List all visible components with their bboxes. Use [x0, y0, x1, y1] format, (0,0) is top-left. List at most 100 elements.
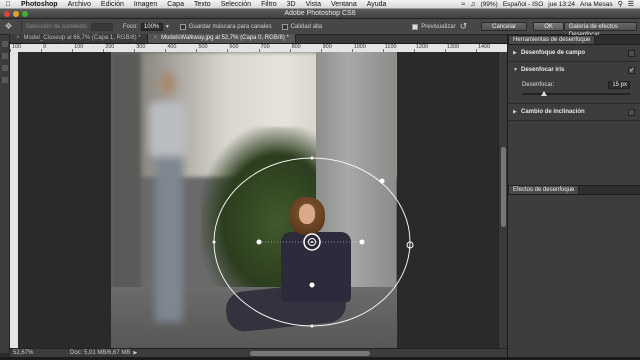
tool-icon[interactable] — [1, 65, 8, 71]
clock[interactable]: jue 13:24 — [548, 1, 575, 8]
ruler-tick-label: 100 — [74, 44, 84, 50]
ruler-tick-label: 1300 — [446, 44, 460, 50]
save-mask-option[interactable]: Guardar máscara para canales — [179, 23, 272, 30]
window-controls — [4, 11, 28, 17]
document-tabs: × Model_Closeup al 66,7% (Capa 1, RGB/8) … — [10, 34, 507, 44]
blur-tool-icon[interactable]: ❖ — [0, 20, 17, 34]
battery-status[interactable]: (99%) — [480, 1, 497, 8]
horizontal-ruler: 100 0 100 200 300 400 500 600 700 800 900 1000 1100 1… — [10, 44, 507, 52]
tab-model-closeup[interactable]: × Model_Closeup al 66,7% (Capa 1, RGB/8) … — [10, 34, 148, 43]
cancel-button[interactable]: Cancelar — [481, 22, 528, 31]
maximize-window-button[interactable] — [22, 11, 28, 17]
high-quality-checkbox[interactable] — [281, 23, 288, 30]
tab-label: ModelsWalkway.jpg al 52,7% (Capa 0, RGB/… — [161, 35, 289, 41]
field-blur-header[interactable]: ▶ Desenfoque de campo — [508, 45, 640, 61]
roundness-handle[interactable] — [379, 178, 385, 184]
selection-bleed-field — [90, 22, 113, 31]
tool-icon[interactable] — [1, 77, 8, 83]
notification-list-icon[interactable]: ☰ — [628, 0, 634, 8]
close-tab-icon[interactable]: × — [154, 35, 158, 41]
tab-blur-effects[interactable]: Efectos de desenfoque — [508, 185, 580, 194]
status-menu-extras: ≈ ♫ (99%) Español - ISO jue 13:24 Ana Me… — [461, 0, 640, 9]
menu-seleccion[interactable]: Selección — [216, 1, 256, 8]
focus-label: Foco: — [122, 23, 138, 30]
ruler-tick-label: 1200 — [415, 44, 429, 50]
menu-edicion[interactable]: Edición — [96, 1, 129, 8]
high-quality-label: Calidad alta — [290, 23, 323, 30]
ruler-tick-label: 300 — [136, 44, 146, 50]
window-titlebar: Adobe Photoshop CS6 — [0, 9, 640, 19]
tilt-shift-header[interactable]: ▶ Cambio de inclinación — [508, 104, 640, 120]
feather-handle-right[interactable] — [359, 239, 365, 245]
preview-option[interactable]: Previsualizar — [412, 23, 456, 30]
iris-blur-section: ▼ Desenfocar iris ✓ Desenfocar: 15 px — [508, 62, 640, 104]
collapsed-triangle-icon[interactable]: ▶ — [513, 50, 521, 56]
wifi-icon[interactable]: ≈ — [461, 1, 465, 8]
close-tab-icon[interactable]: × — [16, 35, 20, 41]
volume-icon[interactable]: ♫ — [470, 1, 475, 8]
ruler-tick-label: 700 — [260, 44, 270, 50]
spotlight-search-icon[interactable]: ⚲ — [618, 0, 623, 8]
blur-tools-panel: Herramientas de desenfoque ▶ Desenfoque … — [507, 35, 640, 357]
high-quality-option[interactable]: Calidad alta — [281, 23, 323, 30]
blur-amount-label: Desenfocar: — [522, 82, 555, 88]
blur-gallery-workspace-button[interactable]: Galería de efectos Desenfocar — [563, 22, 637, 38]
ruler-tick-label: 800 — [291, 44, 301, 50]
blur-amount-field[interactable]: 15 px — [608, 81, 630, 89]
feather-handle-left[interactable] — [256, 239, 262, 245]
menu-capa[interactable]: Capa — [162, 1, 189, 8]
menu-filtro[interactable]: Filtro — [256, 1, 282, 8]
tab-models-walkway[interactable]: × ModelsWalkway.jpg al 52,7% (Capa 0, RGB… — [147, 34, 296, 43]
menu-imagen[interactable]: Imagen — [129, 1, 162, 8]
tool-icon[interactable] — [1, 53, 8, 59]
apple-icon[interactable]:  — [0, 1, 16, 8]
close-window-button[interactable] — [4, 11, 10, 17]
tilt-shift-checkbox[interactable] — [628, 108, 635, 116]
menu-archivo[interactable]: Archivo — [63, 1, 96, 8]
iris-blur-checkbox[interactable]: ✓ — [628, 66, 635, 74]
ruler-tick-label: 400 — [167, 44, 177, 50]
menu-ayuda[interactable]: Ayuda — [362, 1, 392, 8]
ellipse-handle-bottom[interactable] — [310, 324, 314, 328]
menu-app-name[interactable]: Photoshop — [16, 1, 63, 8]
tilt-shift-section: ▶ Cambio de inclinación — [508, 104, 640, 121]
vertical-scroll-thumb[interactable] — [501, 147, 506, 227]
ruler-tick-label: 0 — [43, 44, 47, 50]
menu-3d[interactable]: 3D — [282, 1, 301, 8]
reset-icon[interactable]: ↺ — [460, 21, 468, 32]
menu-vista[interactable]: Vista — [301, 1, 326, 8]
tool-icon[interactable] — [1, 41, 8, 47]
ok-button[interactable]: OK — [533, 22, 564, 31]
preview-label: Previsualizar — [421, 23, 456, 30]
feather-handle-bottom[interactable] — [309, 282, 315, 288]
focus-control: Foco: 100% ▼ — [122, 22, 170, 31]
canvas-area[interactable] — [18, 52, 498, 348]
save-mask-label: Guardar máscara para canales — [188, 23, 272, 30]
minimize-window-button[interactable] — [13, 11, 19, 17]
expanded-triangle-icon[interactable]: ▼ — [513, 67, 521, 73]
iris-blur-header[interactable]: ▼ Desenfocar iris ✓ — [508, 62, 640, 78]
iris-blur-overlay[interactable] — [18, 52, 498, 348]
focus-field[interactable]: 100% — [140, 22, 163, 31]
blur-amount-slider[interactable] — [522, 91, 630, 96]
tab-blur-tools[interactable]: Herramientas de desenfoque — [508, 35, 596, 44]
preview-checkbox[interactable] — [412, 23, 419, 30]
menu-ventana[interactable]: Ventana — [326, 1, 362, 8]
ellipse-handle-top[interactable] — [310, 156, 314, 160]
input-language[interactable]: Español - ISO — [503, 1, 543, 8]
focus-dropdown-icon[interactable]: ▼ — [165, 24, 170, 30]
ruler-tick-label: 200 — [105, 44, 115, 50]
panel-tabs: Herramientas de desenfoque — [508, 35, 640, 45]
window-title: Adobe Photoshop CS6 — [284, 10, 356, 17]
save-mask-checkbox[interactable] — [179, 23, 186, 30]
ellipse-handle-left[interactable] — [212, 240, 216, 244]
horizontal-scroll-thumb[interactable] — [250, 351, 370, 356]
field-blur-checkbox[interactable] — [628, 49, 635, 57]
vertical-scrollbar[interactable] — [498, 52, 507, 348]
blur-slider-knob[interactable] — [540, 91, 547, 96]
ruler-tick-label: 1400 — [477, 44, 491, 50]
user-name[interactable]: Ana Mesas — [580, 1, 613, 8]
menu-texto[interactable]: Texto — [189, 1, 216, 8]
selection-bleed-label: Selección de sureleido: — [25, 23, 88, 30]
collapsed-triangle-icon[interactable]: ▶ — [513, 109, 521, 115]
